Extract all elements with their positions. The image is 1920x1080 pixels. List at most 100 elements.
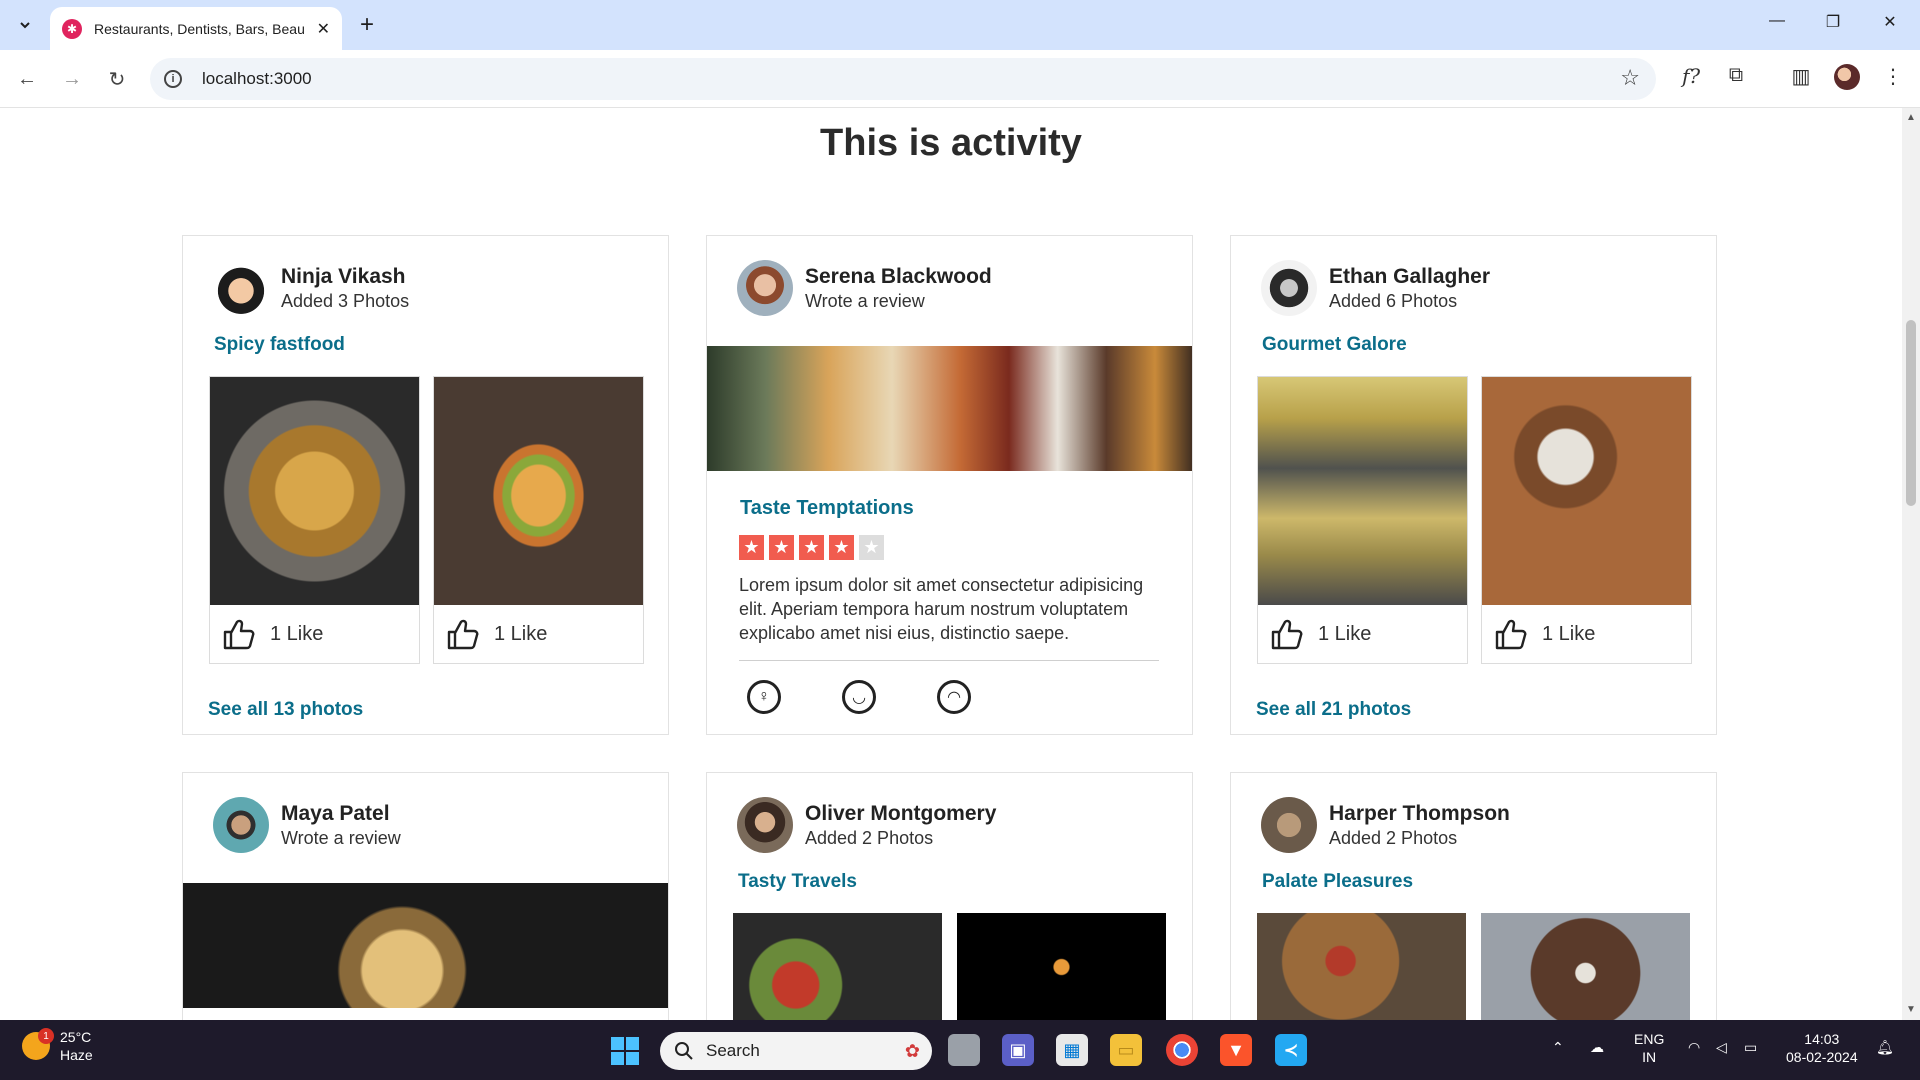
- burger-photo[interactable]: [434, 377, 643, 605]
- photo-tile-bowls[interactable]: [733, 913, 944, 1020]
- onedrive-cloud-icon[interactable]: ☁: [1590, 1038, 1604, 1056]
- profile-avatar[interactable]: [1834, 64, 1860, 90]
- photo-tile-biryani[interactable]: 1 Like: [1257, 376, 1468, 664]
- bookmark-star-icon[interactable]: ☆: [1620, 65, 1640, 91]
- volume-icon[interactable]: ◁: [1716, 1038, 1727, 1056]
- extensions-puzzle-icon[interactable]: ⧉: [1721, 64, 1751, 87]
- like-count: 1 Like: [494, 622, 548, 645]
- tab-search-chevron-icon[interactable]: [10, 10, 40, 40]
- card-header: Oliver Montgomery Added 2 Photos: [737, 797, 996, 853]
- window-close-icon[interactable]: ✕: [1875, 12, 1905, 32]
- photo-tile-spaghetti[interactable]: 1 Like: [209, 376, 420, 664]
- review-banner-photo[interactable]: [183, 883, 668, 1008]
- chrome-icon[interactable]: [1166, 1034, 1198, 1066]
- avatar[interactable]: [213, 260, 269, 316]
- browser-toolbar: ← → ↻ i localhost:3000 ☆ f? ⧉ ▥ ⋮: [0, 50, 1920, 108]
- restore-icon[interactable]: ❐: [1818, 12, 1848, 32]
- tray-chevron-icon[interactable]: ⌃: [1552, 1038, 1564, 1056]
- back-arrow-icon[interactable]: ←: [12, 64, 42, 94]
- user-name[interactable]: Oliver Montgomery: [805, 802, 996, 826]
- photo-tile-platter[interactable]: 1 Like: [1481, 376, 1692, 664]
- scroll-down-arrow-icon[interactable]: ▼: [1906, 1004, 1916, 1015]
- platter-photo[interactable]: [1482, 377, 1691, 605]
- star-icon: ★: [769, 535, 794, 560]
- more-menu-icon[interactable]: ⋮: [1878, 64, 1908, 89]
- side-panel-icon[interactable]: ▥: [1786, 64, 1816, 89]
- teams-chat-icon[interactable]: ▣: [1002, 1034, 1034, 1066]
- pasta-photo[interactable]: [957, 913, 1166, 1020]
- like-button[interactable]: 1 Like: [1258, 605, 1467, 663]
- avatar[interactable]: [1261, 797, 1317, 853]
- microsoft-store-icon[interactable]: ▦: [1056, 1034, 1088, 1066]
- site-info-icon[interactable]: i: [164, 70, 182, 88]
- user-name[interactable]: Ethan Gallagher: [1329, 265, 1490, 289]
- photo-tile-grill[interactable]: [1257, 913, 1468, 1020]
- photo-tile-pasta[interactable]: [957, 913, 1168, 1020]
- user-name[interactable]: Serena Blackwood: [805, 265, 992, 289]
- user-action: Added 2 Photos: [805, 827, 934, 848]
- bowls-photo[interactable]: [733, 913, 942, 1020]
- new-tab-plus-icon[interactable]: +: [352, 10, 382, 40]
- avatar[interactable]: [1261, 260, 1317, 316]
- cool-face-icon[interactable]: ◠: [937, 680, 971, 714]
- thumbs-up-icon: [447, 619, 479, 650]
- see-all-photos-link[interactable]: See all 21 photos: [1256, 699, 1411, 721]
- url-text[interactable]: localhost:3000: [202, 69, 312, 89]
- like-button[interactable]: 1 Like: [1482, 605, 1691, 663]
- business-link[interactable]: Taste Temptations: [740, 497, 914, 520]
- browser-tab-active[interactable]: ✱ Restaurants, Dentists, Bars, Beauty ✕: [50, 7, 342, 50]
- tab-close-icon[interactable]: ✕: [317, 19, 330, 39]
- page-title: This is activity: [820, 122, 1082, 164]
- photo-tile-burger[interactable]: 1 Like: [433, 376, 644, 664]
- photo-tile-stew[interactable]: [1481, 913, 1692, 1020]
- like-button[interactable]: 1 Like: [434, 605, 643, 663]
- file-explorer-icon[interactable]: ▭: [1110, 1034, 1142, 1066]
- user-name[interactable]: Harper Thompson: [1329, 802, 1510, 826]
- address-bar[interactable]: i localhost:3000 ☆: [150, 58, 1656, 100]
- page-scrollbar[interactable]: ▲ ▼: [1902, 108, 1920, 1020]
- avatar[interactable]: [213, 797, 269, 853]
- formula-extension-icon[interactable]: f?: [1676, 64, 1706, 88]
- stew-photo[interactable]: [1481, 913, 1690, 1020]
- search-icon: [675, 1042, 693, 1060]
- business-link[interactable]: Spicy fastfood: [214, 334, 345, 356]
- like-count: 1 Like: [1318, 622, 1372, 645]
- battery-icon[interactable]: ▭: [1744, 1038, 1757, 1056]
- wifi-icon[interactable]: ◠: [1688, 1038, 1700, 1056]
- see-all-photos-link[interactable]: See all 13 photos: [208, 699, 363, 721]
- weather-widget[interactable]: 1 25°C Haze: [22, 1028, 93, 1064]
- avatar[interactable]: [737, 797, 793, 853]
- forward-arrow-icon[interactable]: →: [57, 64, 87, 94]
- page-viewport: This is activity Ninja Vikash Added 3 Ph…: [0, 108, 1902, 1020]
- card-header: Ethan Gallagher Added 6 Photos: [1261, 260, 1490, 316]
- taskbar-search-box[interactable]: Search ✿: [660, 1032, 932, 1070]
- language-indicator[interactable]: ENG IN: [1634, 1030, 1664, 1066]
- biryani-photo[interactable]: [1258, 377, 1467, 605]
- business-link[interactable]: Tasty Travels: [738, 871, 857, 893]
- scroll-up-arrow-icon[interactable]: ▲: [1906, 112, 1916, 123]
- grill-photo[interactable]: [1257, 913, 1466, 1020]
- notification-bell-icon[interactable]: 🔔︎: [1876, 1038, 1894, 1056]
- funny-face-icon[interactable]: ◡: [842, 680, 876, 714]
- like-button[interactable]: 1 Like: [210, 605, 419, 663]
- business-link[interactable]: Gourmet Galore: [1262, 334, 1407, 356]
- windows-taskbar: 1 25°C Haze Search ✿ ▣ ▦ ▭ ▼ ≺ ⌃ ☁ ENG I…: [0, 1020, 1920, 1080]
- avatar[interactable]: [737, 260, 793, 316]
- user-name[interactable]: Maya Patel: [281, 802, 401, 826]
- user-name[interactable]: Ninja Vikash: [281, 265, 409, 289]
- business-link[interactable]: Palate Pleasures: [1262, 871, 1413, 893]
- review-banner-photo[interactable]: [707, 346, 1192, 471]
- vscode-icon[interactable]: ≺: [1275, 1034, 1307, 1066]
- activity-card-ninja-vikash: Ninja Vikash Added 3 Photos Spicy fastfo…: [182, 235, 669, 735]
- scroll-thumb[interactable]: [1906, 320, 1916, 506]
- windows-start-icon[interactable]: [611, 1037, 639, 1065]
- brave-icon[interactable]: ▼: [1220, 1034, 1252, 1066]
- task-view-icon[interactable]: [948, 1034, 980, 1066]
- spaghetti-photo[interactable]: [210, 377, 419, 605]
- minimize-icon[interactable]: —: [1762, 12, 1792, 30]
- useful-bulb-icon[interactable]: ♀: [747, 680, 781, 714]
- thumbs-up-icon: [223, 619, 255, 650]
- card-header: Maya Patel Wrote a review: [213, 797, 401, 853]
- reload-icon[interactable]: ↻: [102, 64, 132, 94]
- clock[interactable]: 14:03 08-02-2024: [1786, 1030, 1858, 1066]
